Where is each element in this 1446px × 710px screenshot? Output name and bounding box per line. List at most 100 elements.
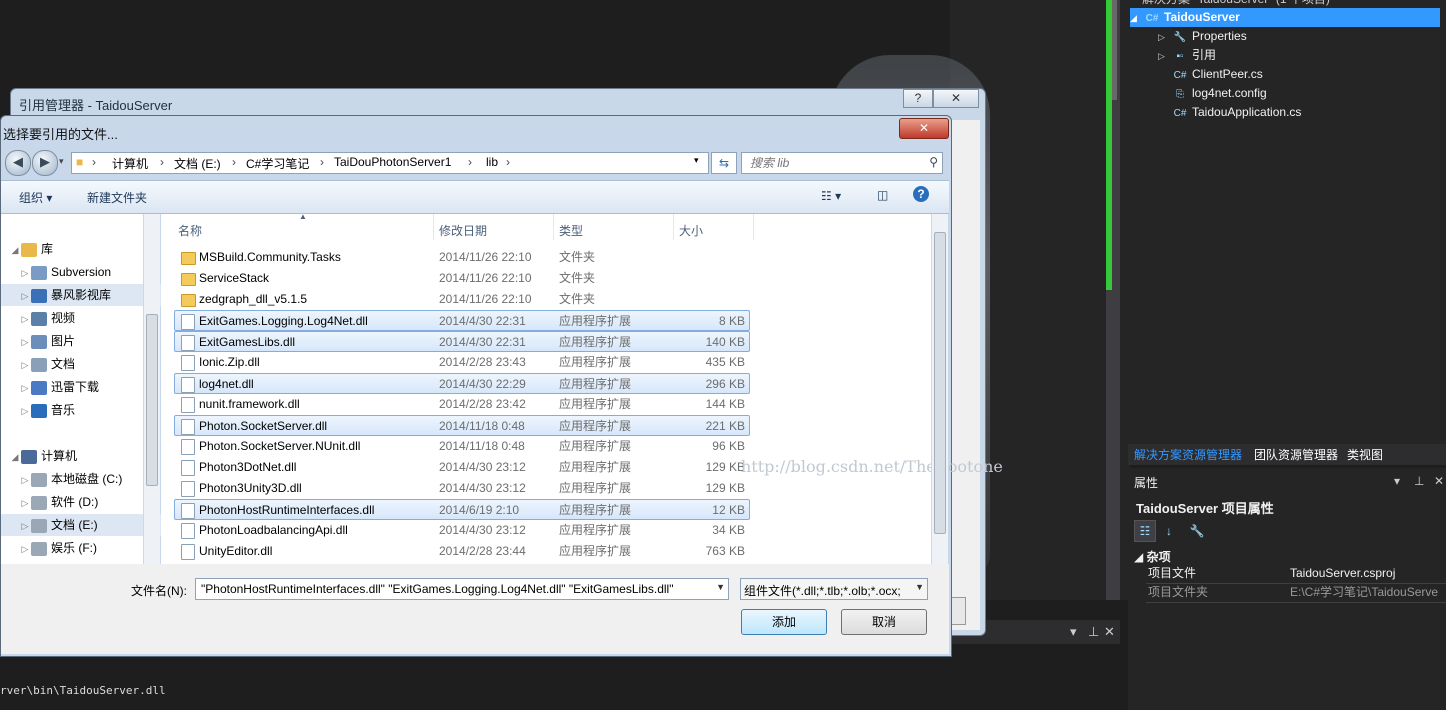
alphabetical-icon[interactable]: ↓ [1158, 520, 1180, 542]
address-bar[interactable]: ■ › 计算机 › 文档 (E:) › C#学习笔记 › TaiDouPhoto… [71, 152, 709, 174]
pin-icon[interactable]: ⊥ [1088, 624, 1099, 640]
breadcrumb-item[interactable]: 计算机 [112, 155, 148, 172]
help-icon[interactable]: ? [913, 186, 929, 202]
nav-item[interactable]: ◢ 计算机 [1, 445, 77, 467]
filename-field[interactable]: ▼ [195, 578, 729, 600]
breadcrumb-item[interactable]: 文档 (E:) [174, 155, 221, 172]
reference-manager-button[interactable] [950, 597, 966, 625]
breadcrumb-item[interactable]: lib [486, 155, 498, 169]
file-date: 2014/4/30 22:31 [439, 314, 526, 328]
back-icon[interactable]: ◀ [5, 150, 31, 176]
file-row[interactable]: Photon.SocketServer.NUnit.dll 2014/11/18 … [175, 436, 749, 457]
preview-pane-icon[interactable]: ◫ [877, 188, 888, 206]
property-row[interactable]: 项目文件夹 E:\C#学习笔记\TaidouServe [1146, 583, 1446, 603]
search-box[interactable]: ⚲ [741, 152, 943, 174]
close-icon[interactable]: ✕ [1104, 624, 1115, 640]
nav-item[interactable]: ▷ Subversion [1, 261, 111, 283]
file-row[interactable]: UnityEditor.dll 2014/2/28 23:44 应用程序扩展 763 … [175, 541, 749, 562]
add-button[interactable]: 添加 [741, 609, 827, 635]
search-input[interactable] [748, 154, 922, 172]
expand-icon[interactable]: ◢ [9, 446, 21, 468]
file-row[interactable]: MSBuild.Community.Tasks 2014/11/26 22:10 文… [175, 247, 749, 268]
close-icon[interactable]: ✕ [1434, 474, 1444, 488]
nav-item[interactable]: ▷ 音乐 [1, 399, 75, 421]
chevron-down-icon[interactable]: ▼ [716, 582, 725, 592]
expand-icon[interactable]: ◢ [9, 239, 21, 261]
file-row[interactable]: PhotonLoadbalancingApi.dll 2014/4/30 23:1… [175, 520, 749, 541]
chevron-down-icon[interactable]: ▾ [694, 155, 699, 166]
wrench-icon[interactable]: 🔧 [1186, 520, 1208, 542]
tab-class-view[interactable]: 类视图 [1347, 446, 1383, 463]
property-category[interactable]: ◢ 杂项 [1134, 548, 1171, 565]
navigation-scrollbar[interactable] [143, 214, 160, 564]
organize-button[interactable]: 组织 ▾ [19, 189, 52, 206]
help-button[interactable]: ? [903, 89, 933, 108]
expand-icon[interactable]: ▷ [19, 262, 31, 284]
nav-item[interactable]: ▷ 图片 [1, 330, 75, 352]
expand-icon[interactable]: ▷ [19, 400, 31, 422]
categorized-icon[interactable]: ☷ [1134, 520, 1156, 542]
tree-item-log4net-config[interactable]: ⎘ log4net.config [1172, 84, 1267, 103]
file-row[interactable]: ExitGamesLibs.dll 2014/4/30 22:31 应用程序扩展 14… [174, 331, 750, 352]
pin-icon[interactable]: ⊥ [1414, 474, 1424, 488]
dropdown-icon[interactable]: ▾ [1070, 624, 1077, 640]
cancel-button[interactable]: 取消 [841, 609, 927, 635]
file-row[interactable]: ExitGames.Logging.Log4Net.dll 2014/4/30 2… [174, 310, 750, 331]
nav-item[interactable]: ▷ 文档 [1, 353, 75, 375]
file-row[interactable]: log4net.dll 2014/4/30 22:29 应用程序扩展 296 KB [174, 373, 750, 394]
breadcrumb-item[interactable]: C#学习笔记 [246, 155, 309, 172]
filename-input[interactable] [199, 580, 709, 598]
file-row[interactable]: Ionic.Zip.dll 2014/2/28 23:43 应用程序扩展 435 KB [175, 352, 749, 373]
refresh-icon[interactable]: ⇆ [711, 152, 737, 174]
nav-item[interactable]: ▷ 迅雷下载 [1, 376, 99, 398]
tree-item-clientpeer[interactable]: C# ClientPeer.cs [1172, 65, 1263, 84]
nav-item[interactable]: ▷ 娱乐 (F:) [1, 537, 97, 559]
view-options-icon[interactable]: ☷ ▾ [821, 189, 841, 207]
expand-icon[interactable]: ▷ [19, 515, 31, 537]
nav-item[interactable]: ◢ 库 [1, 238, 53, 260]
nav-item[interactable]: ▷ 本地磁盘 (C:) [1, 468, 122, 490]
expand-icon[interactable]: ▷ [19, 308, 31, 330]
close-button[interactable]: ✕ [899, 118, 949, 139]
close-button[interactable]: ✕ [933, 89, 979, 108]
expand-icon[interactable]: ▷ [19, 354, 31, 376]
tree-item-taidouapplication[interactable]: C# TaidouApplication.cs [1172, 103, 1302, 122]
expand-icon[interactable]: ▷ [19, 469, 31, 491]
property-row[interactable]: 项目文件 TaidouServer.csproj [1146, 564, 1446, 584]
chevron-down-icon[interactable]: ▼ [915, 582, 924, 592]
dropdown-icon[interactable]: ▾ [1394, 474, 1400, 488]
expand-icon[interactable]: ▷ [19, 285, 31, 307]
recent-dropdown-icon[interactable]: ▾ [59, 156, 64, 167]
expand-icon[interactable]: ▷ [19, 538, 31, 560]
file-row[interactable]: ServiceStack 2014/11/26 22:10 文件夹 [175, 268, 749, 289]
tree-item-references[interactable]: ▷ ▪▫ 引用 [1158, 46, 1216, 65]
expand-icon[interactable]: ▷ [19, 377, 31, 399]
expand-icon[interactable]: ▷ [19, 492, 31, 514]
file-row[interactable]: Photon.SocketServer.dll 2014/11/18 0:48 应用… [174, 415, 750, 436]
nav-item[interactable]: ▷ 软件 (D:) [1, 491, 98, 513]
nav-item[interactable]: ▷ 暴风影视库 [1, 284, 161, 306]
project-node[interactable]: ◢ C# TaidouServer [1130, 8, 1440, 27]
column-size[interactable]: 大小 [679, 222, 703, 239]
file-list-scrollbar[interactable] [931, 214, 948, 564]
tab-solution-explorer[interactable]: 解决方案资源管理器 [1134, 446, 1242, 463]
file-row[interactable]: zedgraph_dll_v5.1.5 2014/11/26 22:10 文件夹 [175, 289, 749, 310]
folder-icon [181, 294, 196, 307]
breadcrumb-item[interactable]: TaiDouPhotonServer1 [334, 155, 451, 169]
file-row[interactable]: nunit.framework.dll 2014/2/28 23:42 应用程序扩展… [175, 394, 749, 415]
expand-icon[interactable]: ▷ [19, 331, 31, 353]
nav-item[interactable]: ▷ 视频 [1, 307, 75, 329]
forward-icon[interactable]: ▶ [32, 150, 58, 176]
filetype-select[interactable]: 组件文件(*.dll;*.tlb;*.olb;*.ocx; ▼ [740, 578, 928, 600]
nav-item[interactable]: ▷ 文档 (E:) [1, 514, 161, 536]
new-folder-button[interactable]: 新建文件夹 [87, 189, 147, 206]
tab-team-explorer[interactable]: 团队资源管理器 [1254, 446, 1338, 463]
column-name[interactable]: 名称 [178, 222, 202, 239]
column-type[interactable]: 类型 [559, 222, 583, 239]
tree-item-properties[interactable]: ▷ 🔧 Properties [1158, 27, 1247, 46]
column-date[interactable]: 修改日期 [439, 222, 487, 239]
search-icon[interactable]: ⚲ [929, 155, 938, 169]
file-row[interactable]: PhotonHostRuntimeInterfaces.dll 2014/6/19… [174, 499, 750, 520]
file-row[interactable]: Photon3DotNet.dll 2014/4/30 23:12 应用程序扩展 12… [175, 457, 749, 478]
file-row[interactable]: Photon3Unity3D.dll 2014/4/30 23:12 应用程序扩展 1… [175, 478, 749, 499]
